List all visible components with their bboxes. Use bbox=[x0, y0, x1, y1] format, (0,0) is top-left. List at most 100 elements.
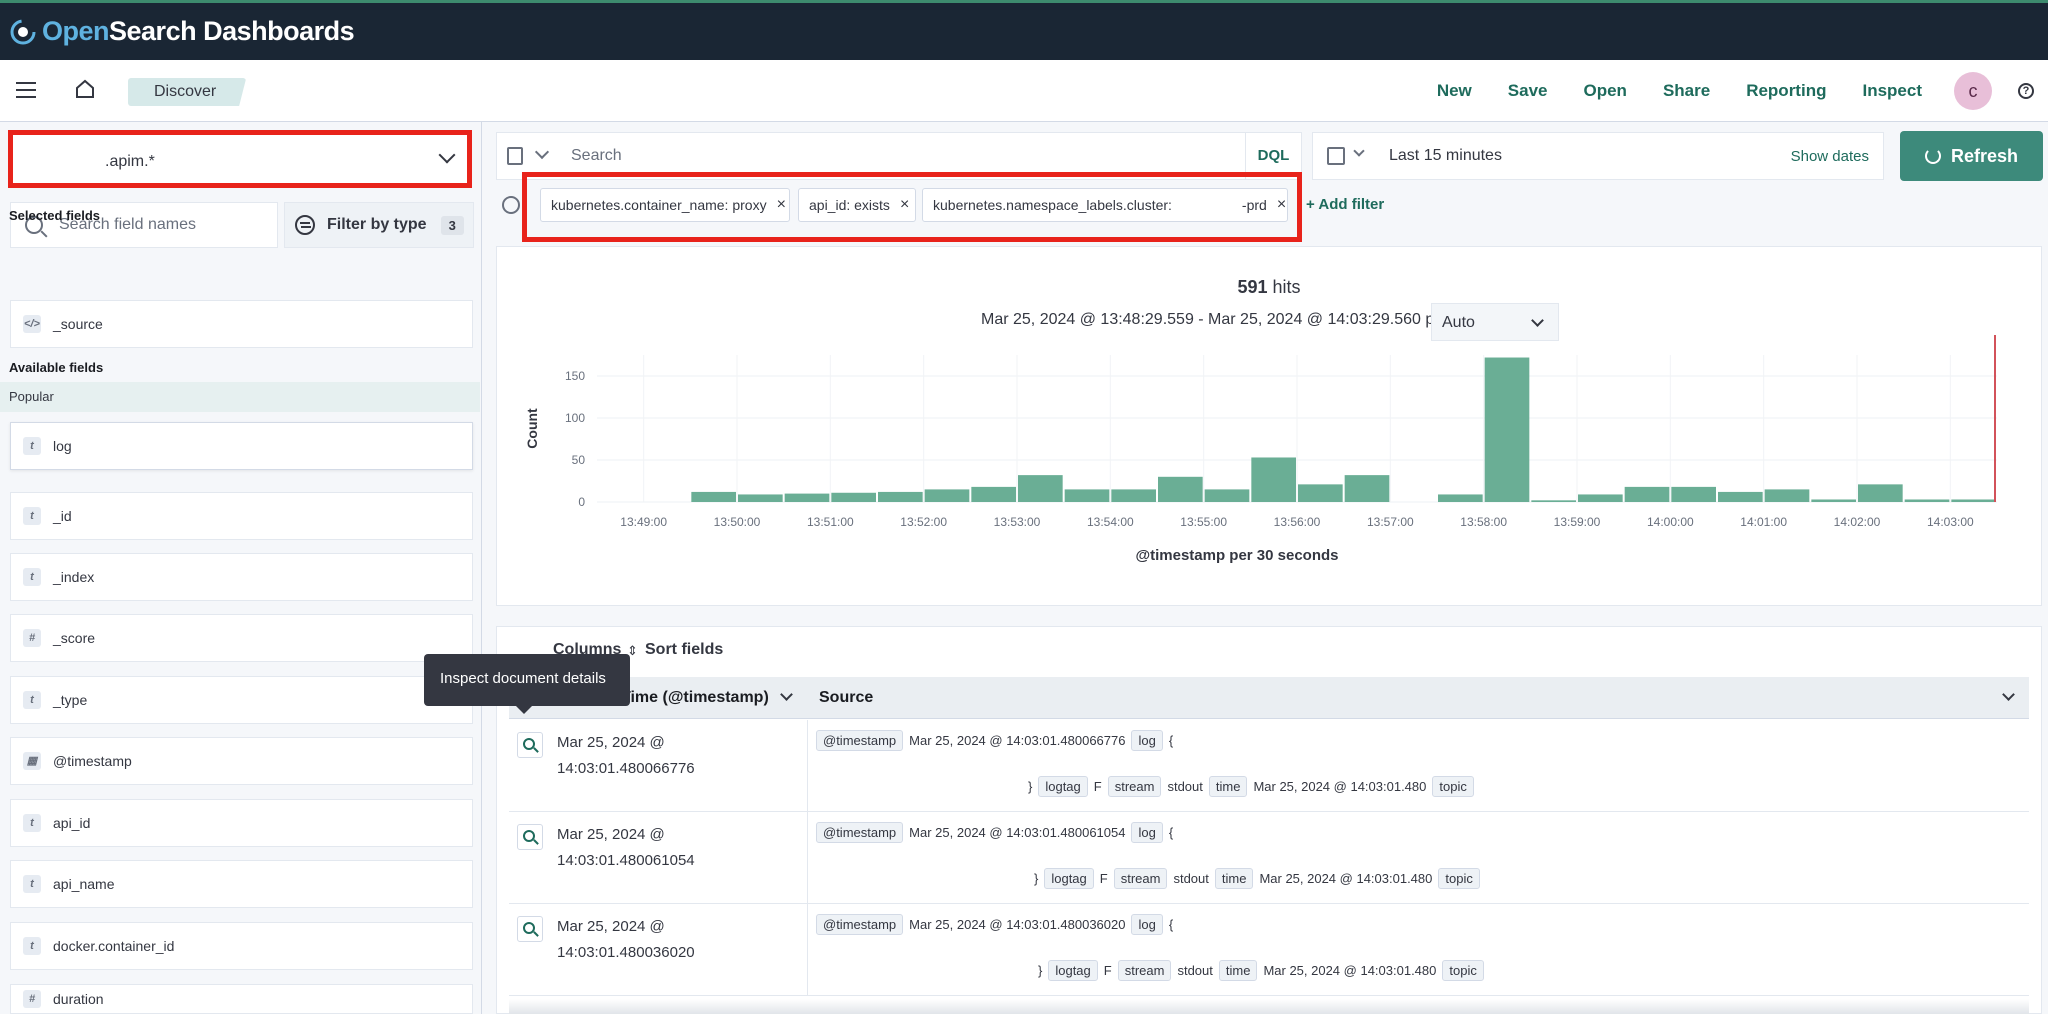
inspect-document-button[interactable] bbox=[517, 732, 543, 758]
brand-title[interactable]: OpenSearch Dashboards bbox=[42, 16, 355, 47]
source-key: logtag bbox=[1048, 960, 1098, 981]
field-name: _index bbox=[53, 569, 95, 585]
field-item-index[interactable]: t _index bbox=[10, 553, 473, 601]
date-type-icon: ▦ bbox=[23, 752, 41, 770]
field-item-score[interactable]: # _score bbox=[10, 614, 473, 662]
source-value: Mar 25, 2024 @ 14:03:01.480 bbox=[1253, 779, 1427, 794]
field-name: _source bbox=[53, 316, 103, 332]
x-tick-label: 13:58:00 bbox=[1460, 515, 1507, 529]
histogram-chart[interactable]: 0 50 100 150 13:49:00 13:50:00 13:51:00 13:52:0… bbox=[497, 247, 2043, 607]
histogram-bar bbox=[1111, 489, 1156, 502]
x-tick-label: 13:53:00 bbox=[994, 515, 1041, 529]
x-tick-label: 13:55:00 bbox=[1180, 515, 1227, 529]
sort-fields-button[interactable]: Sort fields bbox=[645, 641, 723, 659]
opensearch-logo-icon bbox=[10, 19, 36, 44]
inspect-icon bbox=[523, 738, 535, 750]
nav-open[interactable]: Open bbox=[1583, 81, 1626, 101]
avatar[interactable]: c bbox=[1954, 72, 1992, 110]
filter-options-icon[interactable] bbox=[502, 196, 520, 214]
source-key: log bbox=[1131, 822, 1163, 843]
source-header-label: Source bbox=[819, 689, 874, 706]
filter-pill-container-name[interactable]: kubernetes.container_name: proxy × bbox=[540, 188, 790, 222]
menu-icon[interactable] bbox=[16, 82, 36, 98]
field-item-id[interactable]: t _id bbox=[10, 492, 473, 540]
histogram-bar bbox=[971, 486, 1016, 502]
table-toolbar: Columns ⇕ Sort fields bbox=[497, 627, 2041, 677]
field-item-duration[interactable]: # duration bbox=[10, 984, 473, 1014]
histogram-bar bbox=[1764, 489, 1810, 502]
x-axis-label: @timestamp per 30 seconds bbox=[1135, 547, 1338, 564]
breadcrumb-discover[interactable]: Discover bbox=[128, 78, 247, 106]
nav-inspect[interactable]: Inspect bbox=[1862, 81, 1922, 101]
field-item-docker-container-id[interactable]: t docker.container_id bbox=[10, 922, 473, 970]
source-key: log bbox=[1131, 730, 1163, 751]
filter-icon bbox=[295, 215, 315, 235]
calendar-icon[interactable] bbox=[1327, 147, 1345, 165]
available-fields-title: Available fields bbox=[9, 360, 104, 375]
documents-panel: Columns ⇕ Sort fields Time (@timestamp) … bbox=[496, 626, 2042, 1014]
field-name: api_name bbox=[53, 876, 115, 892]
y-tick-label: 50 bbox=[572, 453, 586, 467]
show-dates-link[interactable]: Show dates bbox=[1791, 148, 1869, 165]
text-type-icon: t bbox=[23, 691, 41, 709]
field-item-api-id[interactable]: t api_id bbox=[10, 799, 473, 847]
refresh-button[interactable]: Refresh bbox=[1900, 131, 2043, 181]
histogram-bar bbox=[1484, 357, 1530, 502]
histogram-bar bbox=[1578, 494, 1623, 502]
histogram-bar bbox=[1624, 486, 1670, 502]
field-item-api-name[interactable]: t api_name bbox=[10, 860, 473, 908]
x-tick-label: 13:59:00 bbox=[1554, 515, 1601, 529]
filter-count-badge: 3 bbox=[440, 215, 464, 235]
chevron-down-icon[interactable] bbox=[1353, 145, 1365, 157]
source-brace: { bbox=[1168, 733, 1174, 748]
nav-share[interactable]: Share bbox=[1663, 81, 1710, 101]
source-key: topic bbox=[1438, 868, 1480, 889]
source-value: Mar 25, 2024 @ 14:03:01.480 bbox=[1259, 871, 1433, 886]
row-fade bbox=[509, 999, 2029, 1014]
source-value: Mar 25, 2024 @ 14:03:01.480036020 bbox=[909, 917, 1126, 932]
nav-new[interactable]: New bbox=[1437, 81, 1472, 101]
table-row: Mar 25, 2024 @ 14:03:01.480061054 @times… bbox=[509, 812, 2029, 904]
text-type-icon: t bbox=[23, 437, 41, 455]
inspect-document-button[interactable] bbox=[517, 824, 543, 850]
close-icon[interactable]: × bbox=[777, 196, 786, 214]
popular-title: Popular bbox=[9, 389, 54, 404]
filter-pill-cluster[interactable]: kubernetes.namespace_labels.cluster: -pr… bbox=[922, 188, 1288, 222]
chevron-down-icon[interactable] bbox=[2002, 688, 2015, 701]
histogram-bar bbox=[1718, 491, 1763, 502]
close-icon[interactable]: × bbox=[900, 196, 909, 214]
nav-save[interactable]: Save bbox=[1508, 81, 1548, 101]
help-icon[interactable]: ? bbox=[2018, 83, 2034, 99]
chevron-down-icon[interactable] bbox=[780, 688, 793, 701]
time-range[interactable]: Last 15 minutes bbox=[1389, 147, 1502, 165]
histogram-bar bbox=[1951, 499, 1996, 502]
histogram-bar bbox=[1904, 499, 1950, 502]
chevron-down-icon[interactable] bbox=[534, 144, 550, 160]
inspect-document-button[interactable] bbox=[517, 916, 543, 942]
filter-pill-api-id[interactable]: api_id: exists × bbox=[798, 188, 916, 222]
row-source: @timestamp Mar 25, 2024 @ 14:03:01.48006… bbox=[807, 720, 2029, 812]
field-item-source[interactable]: </> _source bbox=[10, 300, 473, 348]
filter-pill-label: kubernetes.container_name: proxy bbox=[551, 197, 767, 213]
table-header: Time (@timestamp) Source bbox=[509, 677, 2029, 719]
close-icon[interactable]: × bbox=[1277, 196, 1286, 214]
field-item-type[interactable]: t _type bbox=[10, 676, 473, 724]
nav-reporting[interactable]: Reporting bbox=[1746, 81, 1826, 101]
query-input[interactable] bbox=[571, 147, 1191, 165]
source-brace: } bbox=[1028, 779, 1033, 794]
source-key: topic bbox=[1442, 960, 1484, 981]
inspect-icon bbox=[523, 922, 535, 934]
home-icon[interactable] bbox=[74, 78, 96, 100]
source-column-header[interactable]: Source bbox=[807, 677, 2029, 719]
field-item-timestamp[interactable]: ▦ @timestamp bbox=[10, 737, 473, 785]
filter-by-type-button[interactable]: Filter by type 3 bbox=[284, 202, 474, 248]
saved-query-icon[interactable] bbox=[507, 147, 523, 165]
field-name: _score bbox=[53, 630, 96, 646]
add-filter-button[interactable]: + Add filter bbox=[1306, 196, 1384, 213]
index-pattern-select[interactable]: .apim.* bbox=[8, 130, 472, 188]
field-item-log[interactable]: t log bbox=[10, 422, 473, 470]
source-key: time bbox=[1218, 960, 1258, 981]
histogram-bar bbox=[1251, 457, 1296, 502]
histogram-bar bbox=[1344, 475, 1390, 502]
selected-fields-title: Selected fields bbox=[9, 208, 101, 223]
